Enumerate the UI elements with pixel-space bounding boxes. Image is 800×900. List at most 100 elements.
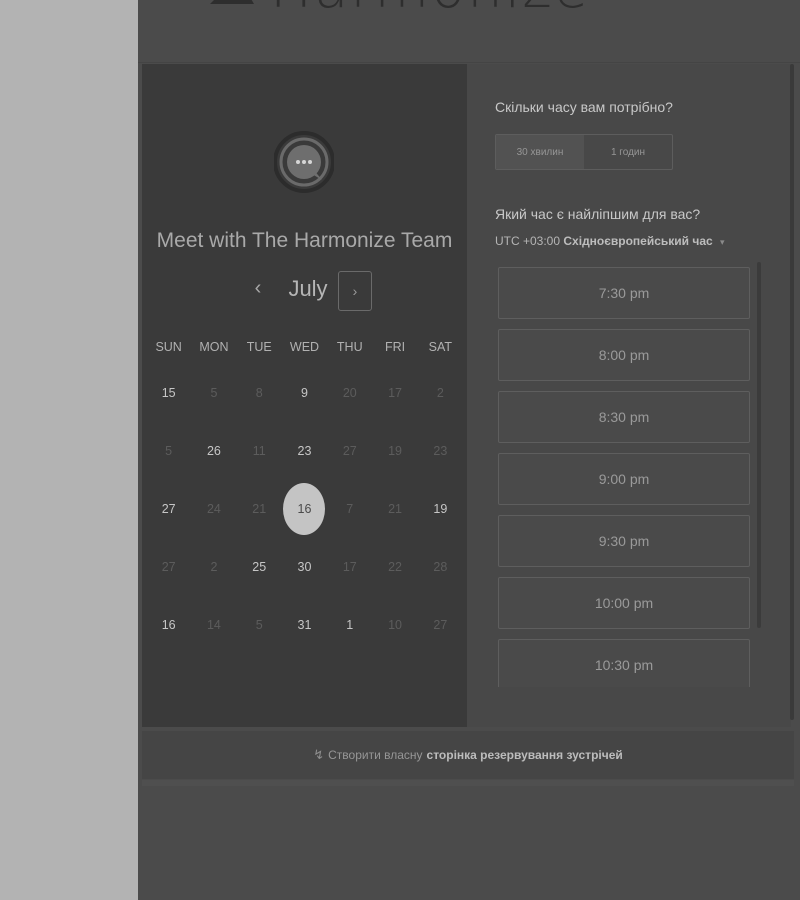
time-slot-button[interactable]: 8:30 pm	[498, 391, 750, 443]
calendar-day[interactable]: 30	[282, 538, 327, 596]
timezone-offset: UTC +03:00	[495, 234, 561, 248]
calendar-day[interactable]: 16	[146, 596, 191, 654]
time-slot-button[interactable]: 10:00 pm	[498, 577, 750, 629]
calendar-day[interactable]: 15	[146, 364, 191, 422]
weekday-label: FRI	[384, 340, 406, 354]
calendar-day-number: 14	[206, 618, 221, 632]
team-avatar-icon	[274, 131, 334, 193]
calendar-day: 17	[327, 538, 372, 596]
slot-list-scrollbar[interactable]	[757, 262, 761, 628]
calendar-day: 17	[372, 364, 417, 422]
calendar-panel: Meet with The Harmonize Team ‹ July › SU…	[142, 64, 467, 727]
calendar-day: 5	[146, 422, 191, 480]
time-slot-button[interactable]: 8:00 pm	[498, 329, 750, 381]
calendar-day: 21	[372, 480, 417, 538]
calendar-day-number: 16	[283, 483, 326, 535]
calendar-day: 20	[327, 364, 372, 422]
calendar-day-number: 27	[342, 444, 357, 458]
calendar-day: 11	[237, 422, 282, 480]
weekday-label: MON	[199, 340, 229, 354]
time-slot-button[interactable]: 9:30 pm	[498, 515, 750, 567]
brand-name: Harmonize	[270, 0, 590, 21]
meeting-title: Meet with The Harmonize Team	[156, 229, 453, 252]
calendar-day-number: 21	[252, 502, 267, 516]
calendar-day: 14	[191, 596, 236, 654]
calendar-day-number: 10	[388, 618, 403, 632]
calendar-day[interactable]: 9	[282, 364, 327, 422]
calendar-day: 2	[191, 538, 236, 596]
calendar-day: 24	[191, 480, 236, 538]
duration-option-30[interactable]: 30 хвилин	[496, 135, 584, 169]
time-slot-list: 7:30 pm 8:00 pm 8:30 pm 9:00 pm 9:30 pm 10:00…	[498, 267, 752, 687]
calendar-day: 2	[418, 364, 463, 422]
weekday-label: SUN	[155, 340, 182, 354]
time-slot-button[interactable]: 10:30 pm	[498, 639, 750, 687]
create-booking-page-link[interactable]: сторінка резервування зустрічей	[427, 748, 623, 762]
calendar-day-number: 27	[161, 502, 176, 516]
calendar-day: 10	[372, 596, 417, 654]
calendar-day: 22	[372, 538, 417, 596]
calendar-day: 7	[327, 480, 372, 538]
calendar-day-number: 26	[206, 444, 221, 458]
calendar-day-number: 15	[161, 386, 176, 400]
calendar-day-number: 1	[346, 618, 354, 632]
calendar-day-number: 17	[342, 560, 357, 574]
calendar-day: 23	[418, 422, 463, 480]
timezone-selector[interactable]: UTC +03:00 Східноєвропейський час ▾	[495, 234, 725, 248]
calendar-day[interactable]: 25	[237, 538, 282, 596]
duration-toggle: 30 хвилин 1 годин	[495, 134, 673, 170]
calendar-day[interactable]: 1	[327, 596, 372, 654]
calendar-day[interactable]: 31	[282, 596, 327, 654]
calendar-day[interactable]: 19	[418, 480, 463, 538]
footer-prefix: Створити власну	[328, 748, 423, 762]
weekday-label: THU	[336, 340, 363, 354]
time-slot-button[interactable]: 9:00 pm	[498, 453, 750, 505]
chevron-down-icon: ▾	[720, 237, 725, 247]
time-slot-button[interactable]: 7:30 pm	[498, 267, 750, 319]
calendar-day-number: 23	[433, 444, 448, 458]
weekday-label: SAT	[428, 340, 453, 354]
header-divider	[138, 62, 800, 63]
calendar-day-number: 27	[161, 560, 176, 574]
calendar-day-number: 20	[342, 386, 357, 400]
time-selection-panel: Скільки часу вам потрібно? 30 хвилин 1 г…	[467, 64, 791, 727]
booking-page: Harmonize Meet with The Harmonize Team ‹…	[138, 0, 800, 900]
calendar-day[interactable]: 26	[191, 422, 236, 480]
calendar-day-number: 17	[388, 386, 403, 400]
calendar-day-number: 5	[165, 444, 173, 458]
prev-month-button[interactable]: ‹	[246, 275, 270, 301]
calendar-day: 28	[418, 538, 463, 596]
harmonize-logo-icon	[210, 0, 254, 4]
calendar-day-number: 16	[161, 618, 176, 632]
calendar-day-number: 11	[252, 444, 266, 458]
next-month-button[interactable]: ›	[338, 271, 372, 311]
calendar-day-number: 19	[388, 444, 403, 458]
calendar-day: 19	[372, 422, 417, 480]
calendar-day-number: 5	[255, 618, 263, 632]
calendar-day-number: 2	[436, 386, 444, 400]
duration-option-60[interactable]: 1 годин	[584, 135, 672, 169]
timezone-name: Східноєвропейський час	[563, 234, 713, 248]
calendar-day-number: 23	[297, 444, 312, 458]
calendar-day-selected[interactable]: 16	[282, 480, 327, 538]
wand-icon: ↯	[313, 747, 325, 762]
calendar-day-number: 9	[301, 386, 308, 400]
weekday-header: SUN MON TUE WED THU FRI SAT	[146, 340, 463, 354]
weekday-label: TUE	[246, 340, 272, 354]
calendar-day-number: 8	[255, 386, 263, 400]
month-label: July	[288, 276, 328, 301]
calendar-day-number: 28	[433, 560, 448, 574]
calendar-day: 8	[237, 364, 282, 422]
time-question: Який час є найліпшим для вас?	[495, 206, 701, 222]
calendar-day-number: 25	[252, 560, 267, 574]
page-scrollbar[interactable]	[790, 64, 794, 720]
calendar-day[interactable]: 23	[282, 422, 327, 480]
calendar-day: 27	[327, 422, 372, 480]
weekday-label: WED	[289, 340, 320, 354]
calendar-day: 5	[237, 596, 282, 654]
calendar-day-number: 2	[210, 560, 218, 574]
duration-question: Скільки часу вам потрібно?	[495, 99, 673, 115]
calendar-day: 27	[418, 596, 463, 654]
calendar-day[interactable]: 27	[146, 480, 191, 538]
calendar-day-number: 27	[433, 618, 448, 632]
